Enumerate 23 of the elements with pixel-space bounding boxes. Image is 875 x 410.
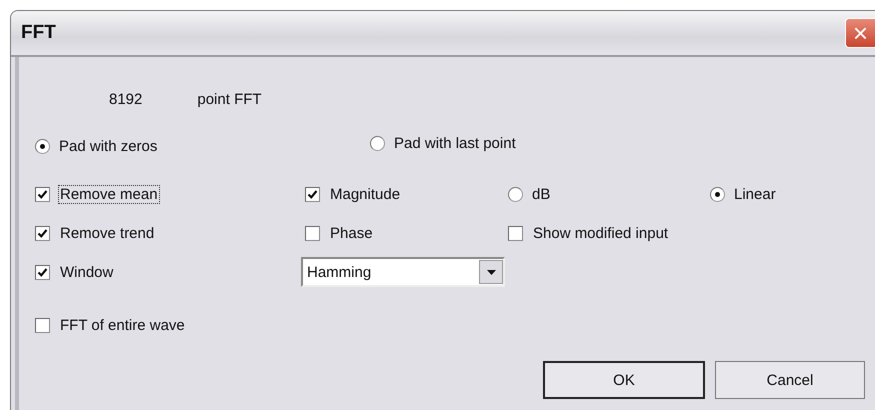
ok-button[interactable]: OK <box>543 361 705 399</box>
window-type-dropdown[interactable]: Hamming <box>301 257 505 287</box>
check-icon <box>307 188 318 200</box>
window-title: FFT <box>21 22 56 44</box>
dropdown-arrow-icon <box>486 270 496 274</box>
checkbox[interactable]: Remove trend <box>35 224 156 242</box>
checkbox[interactable]: Show modified input <box>508 224 670 242</box>
checkbox[interactable]: Remove mean <box>35 186 159 202</box>
checkbox[interactable]: Window <box>35 264 114 280</box>
radio-button[interactable]: dB <box>508 186 550 202</box>
check-icon <box>37 266 48 278</box>
fft-size-value: 8192 <box>109 90 142 108</box>
radio-button[interactable]: Linear <box>710 186 776 202</box>
checkbox[interactable]: Phase <box>305 224 374 242</box>
checkbox[interactable]: Magnitude <box>305 186 402 202</box>
check-icon <box>37 188 48 200</box>
fft-size-label: point FFT <box>197 90 262 108</box>
radio-button[interactable]: Pad with zeros <box>35 138 158 154</box>
checkbox[interactable]: FFT of entire wave <box>35 317 186 334</box>
check-icon <box>37 228 48 238</box>
close-button[interactable]: × <box>845 18 875 48</box>
cancel-button[interactable]: Cancel <box>715 361 865 399</box>
radio-button[interactable]: Pad with last point <box>370 135 516 152</box>
